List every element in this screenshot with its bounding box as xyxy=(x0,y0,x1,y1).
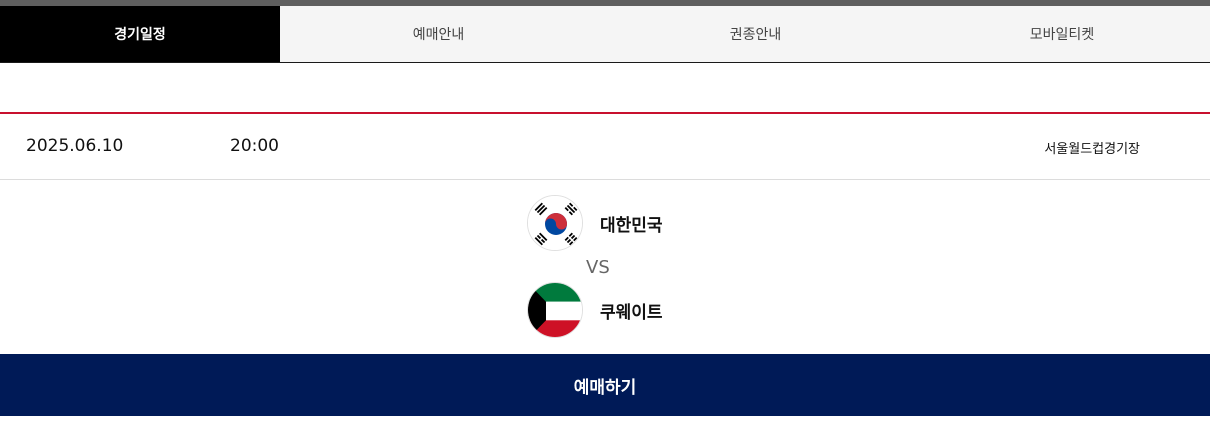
tab-ticket-types[interactable]: 권종안내 xyxy=(597,6,914,62)
korea-flag-icon xyxy=(527,195,583,251)
home-team: 대한민국 xyxy=(527,195,663,251)
match-info-row: 2025.06.10 20:00 서울월드컵경기장 xyxy=(0,114,1210,180)
match-time: 20:00 xyxy=(230,136,279,156)
home-team-name: 대한민국 xyxy=(600,215,663,236)
book-tickets-button[interactable]: 예매하기 xyxy=(0,354,1210,416)
vs-label: VS xyxy=(586,257,610,278)
tab-mobile-ticket[interactable]: 모바일티켓 xyxy=(914,6,1210,62)
away-team-name: 쿠웨이트 xyxy=(600,302,663,323)
match-venue: 서울월드컵경기장 xyxy=(1044,142,1140,157)
match-date: 2025.06.10 xyxy=(26,136,124,156)
matchup: 대한민국 VS 쿠웨이트 xyxy=(0,180,1210,354)
tab-booking-guide[interactable]: 예매안내 xyxy=(280,6,597,62)
tab-bar: 경기일정 예매안내 권종안내 모바일티켓 xyxy=(0,6,1210,63)
tab-schedule[interactable]: 경기일정 xyxy=(0,6,280,62)
kuwait-flag-icon xyxy=(527,282,583,338)
away-team: 쿠웨이트 xyxy=(527,282,663,338)
